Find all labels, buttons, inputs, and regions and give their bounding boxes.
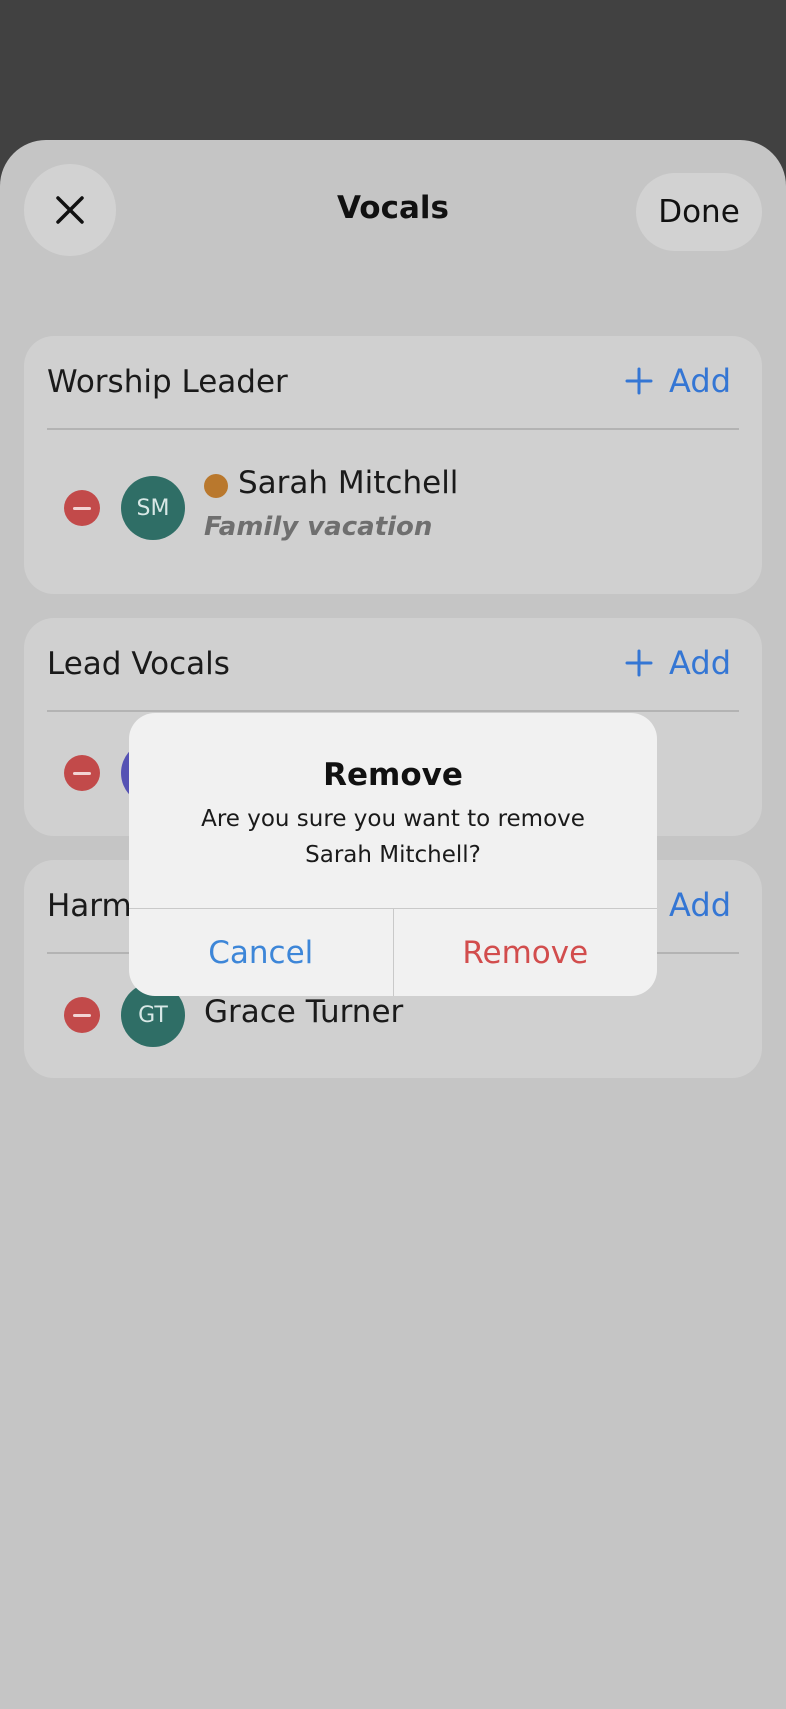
- status-dot: [204, 474, 228, 498]
- section-header: Worship Leader Add: [47, 336, 739, 430]
- add-label: Add: [669, 644, 731, 682]
- dialog-actions: Cancel Remove: [129, 908, 657, 996]
- remove-member-button[interactable]: [64, 490, 100, 526]
- member-note: Family vacation: [204, 512, 433, 542]
- list-item: SM Sarah Mitchell Family vacation: [24, 456, 762, 576]
- member-name: Sarah Mitchell: [238, 465, 459, 501]
- section-worship-leader: Worship Leader Add SM Sarah Mitchell Fam…: [24, 336, 762, 594]
- cancel-button[interactable]: Cancel: [129, 909, 394, 996]
- section-title: Worship Leader: [47, 364, 288, 400]
- add-label: Add: [669, 886, 731, 924]
- done-button[interactable]: Done: [636, 173, 762, 251]
- add-label: Add: [669, 362, 731, 400]
- minus-icon: [73, 771, 91, 775]
- dialog-message: Are you sure you want to remove Sarah Mi…: [201, 806, 585, 868]
- add-button[interactable]: Add: [625, 362, 731, 400]
- minus-icon: [73, 506, 91, 510]
- plus-icon: [625, 649, 653, 677]
- section-header: Lead Vocals Add: [47, 618, 739, 712]
- section-title: Lead Vocals: [47, 646, 230, 682]
- member-name: Grace Turner: [204, 994, 404, 1030]
- remove-member-button[interactable]: [64, 755, 100, 791]
- remove-member-button[interactable]: [64, 997, 100, 1033]
- avatar: SM: [121, 476, 185, 540]
- section-title: Harm: [47, 888, 132, 924]
- plus-icon: [625, 367, 653, 395]
- confirm-remove-button[interactable]: Remove: [394, 909, 658, 996]
- remove-confirmation-dialog: Remove Are you sure you want to remove S…: [129, 713, 657, 996]
- dialog-title: Remove: [323, 757, 463, 793]
- add-button[interactable]: Add: [625, 644, 731, 682]
- minus-icon: [73, 1013, 91, 1017]
